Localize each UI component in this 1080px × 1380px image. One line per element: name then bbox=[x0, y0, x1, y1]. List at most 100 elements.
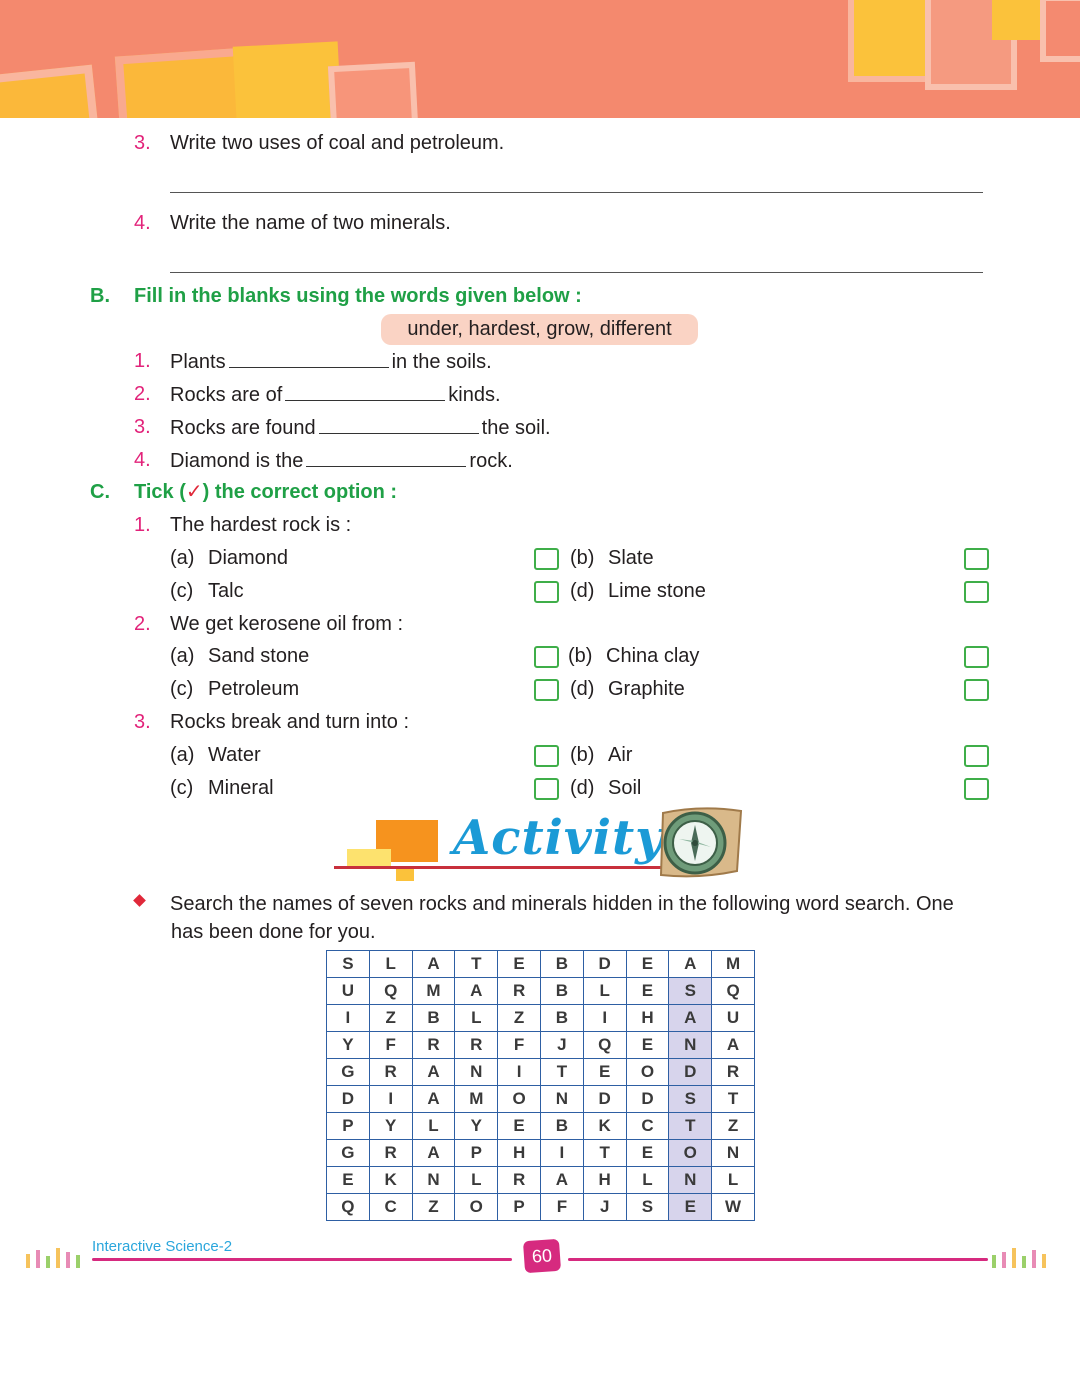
grid-cell[interactable]: Q bbox=[368, 977, 413, 1005]
grid-cell[interactable]: H bbox=[497, 1139, 541, 1167]
grid-cell[interactable]: L bbox=[411, 1112, 456, 1140]
grid-cell[interactable]: R bbox=[454, 1031, 499, 1059]
grid-cell[interactable]: P bbox=[454, 1139, 499, 1167]
grid-cell[interactable]: R bbox=[368, 1058, 413, 1086]
grid-cell[interactable]: E bbox=[625, 1031, 670, 1059]
grid-cell[interactable]: L bbox=[582, 977, 627, 1005]
grid-cell[interactable]: N bbox=[668, 1031, 713, 1059]
grid-cell[interactable]: S bbox=[326, 950, 370, 978]
grid-cell[interactable]: Y bbox=[326, 1031, 370, 1059]
grid-cell[interactable]: D bbox=[668, 1058, 713, 1086]
grid-cell[interactable]: R bbox=[711, 1058, 755, 1086]
option-checkbox[interactable] bbox=[534, 679, 559, 701]
grid-cell[interactable]: A bbox=[454, 977, 499, 1005]
grid-cell[interactable]: M bbox=[711, 950, 755, 978]
grid-cell[interactable]: Q bbox=[711, 977, 755, 1005]
grid-cell[interactable]: S bbox=[668, 1085, 713, 1113]
grid-cell[interactable]: L bbox=[454, 1004, 499, 1032]
grid-cell[interactable]: F bbox=[368, 1031, 413, 1059]
grid-cell[interactable]: Q bbox=[582, 1031, 627, 1059]
grid-cell[interactable]: Z bbox=[497, 1004, 541, 1032]
grid-cell[interactable]: Z bbox=[711, 1112, 755, 1140]
grid-cell[interactable]: B bbox=[411, 1004, 456, 1032]
grid-cell[interactable]: K bbox=[368, 1166, 413, 1194]
option-checkbox[interactable] bbox=[964, 581, 989, 603]
grid-cell[interactable]: D bbox=[625, 1085, 670, 1113]
grid-cell[interactable]: N bbox=[668, 1166, 713, 1194]
grid-cell[interactable]: D bbox=[326, 1085, 370, 1113]
grid-cell[interactable]: I bbox=[497, 1058, 541, 1086]
grid-cell[interactable]: Z bbox=[411, 1193, 456, 1221]
grid-cell[interactable]: A bbox=[668, 950, 713, 978]
grid-cell[interactable]: Y bbox=[368, 1112, 413, 1140]
option-checkbox[interactable] bbox=[534, 646, 559, 668]
blank-field[interactable] bbox=[228, 349, 389, 368]
grid-cell[interactable]: I bbox=[368, 1085, 413, 1113]
option-checkbox[interactable] bbox=[964, 646, 989, 668]
grid-cell[interactable]: I bbox=[539, 1139, 584, 1167]
option-checkbox[interactable] bbox=[964, 778, 989, 800]
grid-cell[interactable]: L bbox=[625, 1166, 670, 1194]
grid-cell[interactable]: R bbox=[497, 1166, 541, 1194]
grid-cell[interactable]: D bbox=[582, 950, 627, 978]
grid-cell[interactable]: T bbox=[539, 1058, 584, 1086]
grid-cell[interactable]: O bbox=[497, 1085, 541, 1113]
grid-cell[interactable]: C bbox=[625, 1112, 670, 1140]
grid-cell[interactable]: R bbox=[368, 1139, 413, 1167]
grid-cell[interactable]: H bbox=[582, 1166, 627, 1194]
grid-cell[interactable]: R bbox=[411, 1031, 456, 1059]
grid-cell[interactable]: S bbox=[668, 977, 713, 1005]
grid-cell[interactable]: I bbox=[326, 1004, 370, 1032]
answer-line[interactable] bbox=[170, 272, 983, 273]
grid-cell[interactable]: A bbox=[539, 1166, 584, 1194]
grid-cell[interactable]: Z bbox=[368, 1004, 413, 1032]
grid-cell[interactable]: O bbox=[625, 1058, 670, 1086]
grid-cell[interactable]: A bbox=[411, 1139, 456, 1167]
grid-cell[interactable]: O bbox=[454, 1193, 499, 1221]
grid-cell[interactable]: Q bbox=[326, 1193, 370, 1221]
option-checkbox[interactable] bbox=[964, 679, 989, 701]
grid-cell[interactable]: T bbox=[711, 1085, 755, 1113]
grid-cell[interactable]: U bbox=[711, 1004, 755, 1032]
option-checkbox[interactable] bbox=[534, 745, 559, 767]
option-checkbox[interactable] bbox=[534, 581, 559, 603]
option-checkbox[interactable] bbox=[534, 778, 559, 800]
grid-cell[interactable]: G bbox=[326, 1139, 370, 1167]
grid-cell[interactable]: N bbox=[454, 1058, 499, 1086]
grid-cell[interactable]: E bbox=[582, 1058, 627, 1086]
grid-cell[interactable]: A bbox=[411, 950, 456, 978]
grid-cell[interactable]: L bbox=[368, 950, 413, 978]
grid-cell[interactable]: B bbox=[539, 1112, 584, 1140]
grid-cell[interactable]: W bbox=[711, 1193, 755, 1221]
grid-cell[interactable]: H bbox=[625, 1004, 670, 1032]
grid-cell[interactable]: A bbox=[411, 1085, 456, 1113]
grid-cell[interactable]: T bbox=[668, 1112, 713, 1140]
grid-cell[interactable]: O bbox=[668, 1139, 713, 1167]
grid-cell[interactable]: P bbox=[326, 1112, 370, 1140]
grid-cell[interactable]: N bbox=[711, 1139, 755, 1167]
grid-cell[interactable]: N bbox=[539, 1085, 584, 1113]
grid-cell[interactable]: A bbox=[668, 1004, 713, 1032]
grid-cell[interactable]: K bbox=[582, 1112, 627, 1140]
answer-line[interactable] bbox=[170, 192, 983, 193]
grid-cell[interactable]: F bbox=[539, 1193, 584, 1221]
option-checkbox[interactable] bbox=[964, 745, 989, 767]
grid-cell[interactable]: F bbox=[497, 1031, 541, 1059]
grid-cell[interactable]: M bbox=[454, 1085, 499, 1113]
grid-cell[interactable]: E bbox=[497, 950, 541, 978]
grid-cell[interactable]: B bbox=[539, 1004, 584, 1032]
grid-cell[interactable]: L bbox=[711, 1166, 755, 1194]
blank-field[interactable] bbox=[285, 382, 446, 401]
grid-cell[interactable]: T bbox=[454, 950, 499, 978]
grid-cell[interactable]: E bbox=[326, 1166, 370, 1194]
grid-cell[interactable]: G bbox=[326, 1058, 370, 1086]
grid-cell[interactable]: A bbox=[411, 1058, 456, 1086]
option-checkbox[interactable] bbox=[534, 548, 559, 570]
grid-cell[interactable]: E bbox=[625, 1139, 670, 1167]
grid-cell[interactable]: J bbox=[539, 1031, 584, 1059]
grid-cell[interactable]: N bbox=[411, 1166, 456, 1194]
grid-cell[interactable]: E bbox=[625, 977, 670, 1005]
grid-cell[interactable]: I bbox=[582, 1004, 627, 1032]
grid-cell[interactable]: B bbox=[539, 950, 584, 978]
grid-cell[interactable]: U bbox=[326, 977, 370, 1005]
